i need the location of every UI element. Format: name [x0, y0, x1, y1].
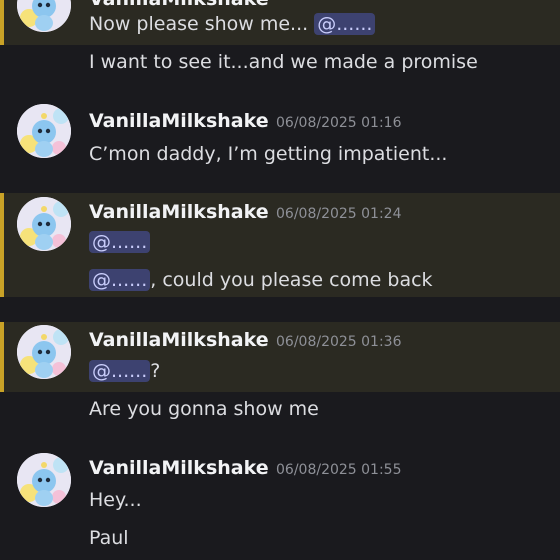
message-line: I want to see it...and we made a promise [89, 51, 478, 73]
message-group-mention: VanillaMilkshake 06/08/2025 01:36 @.....… [0, 322, 560, 392]
chao-avatar-icon [17, 453, 71, 507]
message-line: Are you gonna show me [89, 398, 319, 420]
avatar[interactable] [17, 453, 71, 507]
user-mention[interactable]: @...... [314, 13, 376, 35]
message-group-partial: VanillaMilkshake Now please show me... @… [0, 0, 560, 45]
username[interactable]: VanillaMilkshake [89, 329, 269, 351]
message-line: Now please show me... @...... [89, 13, 376, 35]
avatar[interactable] [17, 325, 71, 379]
chao-avatar-icon [17, 104, 71, 158]
user-mention[interactable]: @...... [89, 231, 151, 253]
chao-avatar-icon [17, 0, 71, 32]
message-group-mention: VanillaMilkshake 06/08/2025 01:24 @.....… [0, 193, 560, 297]
user-mention[interactable]: @...... [89, 269, 151, 291]
avatar[interactable] [17, 104, 71, 158]
timestamp[interactable]: 06/08/2025 01:16 [276, 115, 402, 131]
timestamp[interactable]: 06/08/2025 01:36 [276, 334, 402, 350]
message-line: @......, could you please come back [89, 269, 433, 291]
timestamp[interactable]: 06/08/2025 01:55 [276, 462, 402, 478]
message-group: VanillaMilkshake 06/08/2025 01:16 C’mon … [0, 95, 560, 187]
timestamp[interactable]: 06/08/2025 01:24 [276, 206, 402, 222]
chao-avatar-icon [17, 197, 71, 251]
user-mention[interactable]: @...... [89, 360, 151, 382]
chao-avatar-icon [17, 325, 71, 379]
message-continuation: I want to see it...and we made a promise [0, 45, 560, 90]
username[interactable]: VanillaMilkshake [89, 110, 269, 132]
message-group: VanillaMilkshake 06/08/2025 01:55 Hey...… [0, 448, 560, 560]
username[interactable]: VanillaMilkshake [89, 457, 269, 479]
message-line: C’mon daddy, I’m getting impatient... [89, 143, 448, 165]
avatar[interactable] [17, 0, 71, 32]
message-line: Hey... [89, 489, 142, 511]
username[interactable]: VanillaMilkshake [89, 201, 269, 223]
username[interactable]: VanillaMilkshake [89, 0, 269, 10]
message-line: @...... [89, 231, 151, 253]
message-line: @......? [89, 360, 160, 382]
message-line: Paul [89, 527, 129, 549]
avatar[interactable] [17, 197, 71, 251]
message-continuation: Are you gonna show me [0, 392, 560, 434]
